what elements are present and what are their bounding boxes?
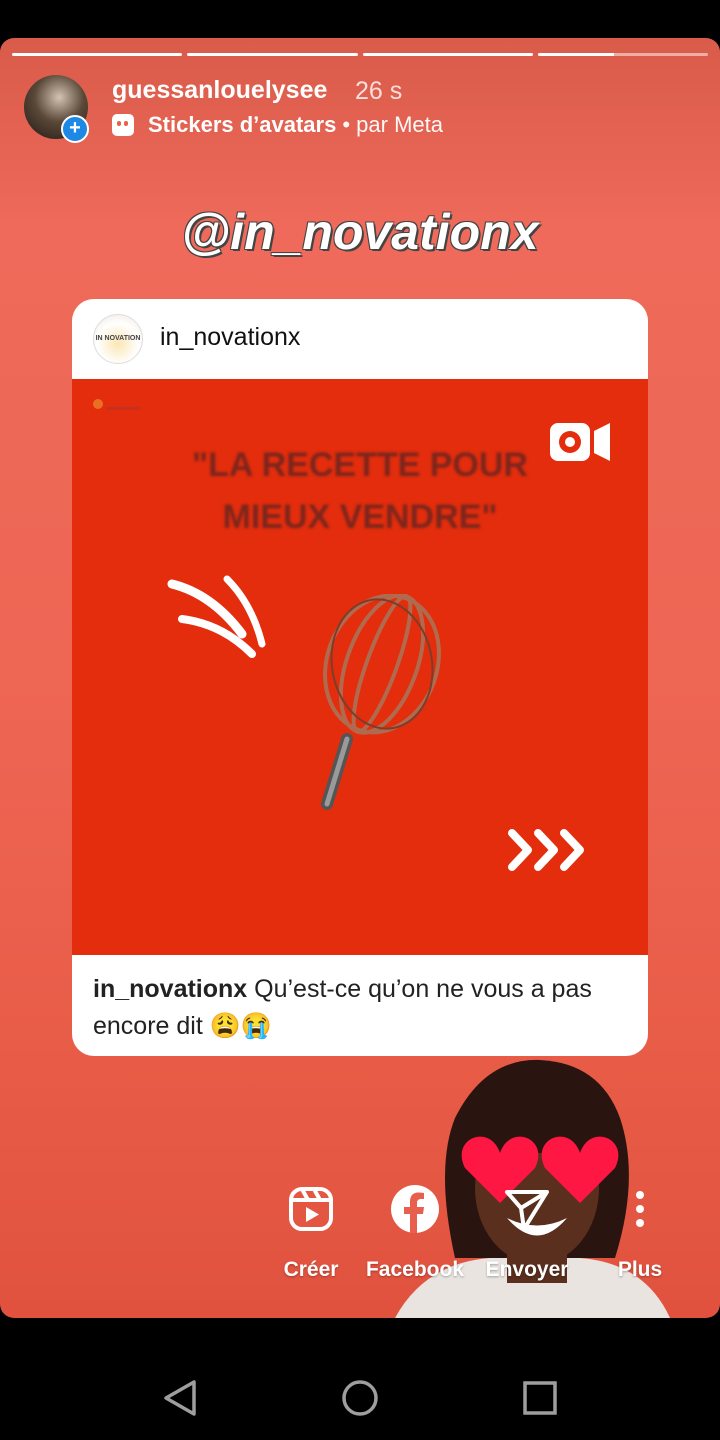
progress-fill bbox=[537, 53, 615, 56]
home-icon[interactable] bbox=[341, 1378, 379, 1418]
sticker-label: Stickers d’avatars bbox=[148, 112, 337, 137]
reels-create-icon bbox=[289, 1187, 333, 1231]
send-action[interactable]: Envoyer bbox=[462, 1183, 592, 1282]
facebook-icon bbox=[391, 1185, 439, 1233]
send-label: Envoyer bbox=[485, 1258, 569, 1281]
arrows-icon bbox=[508, 829, 584, 871]
mention-sticker[interactable]: @in_novationx bbox=[0, 203, 720, 261]
progress-segment bbox=[187, 53, 358, 56]
story-time: 26 s bbox=[355, 77, 403, 105]
post-header: IN NOVATION in_novationx bbox=[72, 299, 648, 379]
send-icon bbox=[505, 1190, 549, 1231]
post-author-username[interactable]: in_novationx bbox=[160, 323, 300, 352]
post-watermark-logo bbox=[93, 399, 140, 410]
caption-username[interactable]: in_novationx bbox=[93, 975, 247, 1003]
post-title-line2: MIEUX VENDRE" bbox=[222, 498, 498, 536]
progress-segment bbox=[537, 53, 708, 56]
plus-icon[interactable]: + bbox=[61, 115, 89, 143]
progress-segment bbox=[12, 53, 183, 56]
motion-lines-icon bbox=[167, 575, 266, 658]
whisk-icon bbox=[321, 594, 441, 810]
android-nav-bar bbox=[0, 1318, 720, 1440]
more-icon bbox=[636, 1191, 644, 1227]
reel-icon bbox=[550, 423, 610, 461]
story-container[interactable]: + guessanlouelysee 26 s Stickers d’avata… bbox=[0, 38, 720, 1318]
progress-fill bbox=[12, 53, 183, 56]
sticker-attribution[interactable]: Stickers d’avatars • par Meta bbox=[112, 112, 443, 138]
story-header: + guessanlouelysee 26 s Stickers d’avata… bbox=[24, 75, 700, 145]
recents-icon[interactable] bbox=[522, 1378, 558, 1418]
post-author-avatar[interactable]: IN NOVATION bbox=[93, 314, 143, 364]
more-label: Plus bbox=[617, 1258, 663, 1281]
story-progress bbox=[12, 53, 708, 56]
progress-fill bbox=[362, 53, 533, 56]
more-action[interactable]: Plus bbox=[575, 1183, 705, 1282]
progress-fill bbox=[187, 53, 358, 56]
back-icon[interactable] bbox=[162, 1378, 198, 1418]
post-image[interactable]: "LA RECETTE POUR MIEUX VENDRE" bbox=[72, 379, 648, 955]
progress-segment bbox=[362, 53, 533, 56]
shared-post-card[interactable]: IN NOVATION in_novationx "LA RECETTE POU… bbox=[72, 299, 648, 1056]
sticker-suffix: • par Meta bbox=[342, 112, 443, 137]
author-username[interactable]: guessanlouelysee bbox=[112, 76, 327, 105]
share-actions: Créer Facebook Envoyer Plus bbox=[0, 1183, 720, 1293]
sticker-icon bbox=[112, 114, 134, 136]
facebook-action[interactable]: Facebook bbox=[350, 1183, 480, 1282]
post-caption: in_novationx Qu’est-ce qu’on ne vous a p… bbox=[93, 971, 633, 1045]
facebook-label: Facebook bbox=[365, 1258, 465, 1281]
